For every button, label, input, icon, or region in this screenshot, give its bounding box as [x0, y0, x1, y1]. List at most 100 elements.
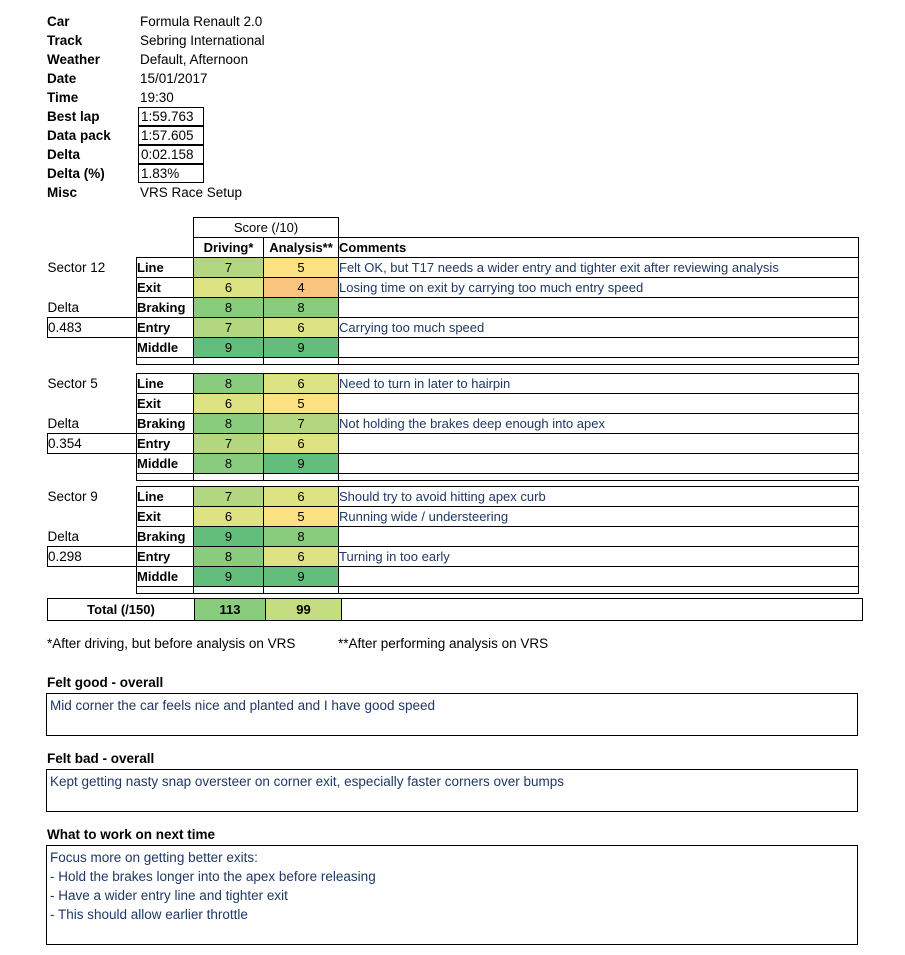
analysis-score-cell[interactable]: 5 [263, 393, 339, 414]
sector-name: Sector 5 [47, 376, 98, 391]
analysis-score-cell[interactable]: 6 [263, 373, 339, 394]
comment-cell[interactable] [338, 393, 859, 414]
comment-cell[interactable]: Felt OK, but T17 needs a wider entry and… [338, 257, 859, 278]
driving-score-cell[interactable]: 8 [193, 453, 264, 474]
driving-score-cell[interactable]: 8 [193, 546, 264, 567]
session-label: Weather [47, 52, 101, 67]
analysis-score-cell[interactable]: 4 [263, 277, 339, 298]
tail-driving [193, 357, 264, 365]
analysis-score-cell[interactable]: 6 [263, 486, 339, 507]
analysis-score-cell[interactable]: 8 [263, 297, 339, 318]
score-row: Sector 12 Line 7 5 Felt OK, but T17 needs a … [48, 257, 859, 278]
score-row: Middle 8 9 [48, 453, 859, 474]
session-value[interactable]: 1:57.605 [138, 126, 204, 145]
score-row-label: Entry [136, 317, 194, 338]
comment-cell[interactable]: Not holding the brakes deep enough into … [338, 413, 859, 434]
score-row-label: Braking [136, 413, 194, 434]
driving-score-cell[interactable]: 8 [193, 373, 264, 394]
score-row-label: Exit [136, 277, 194, 298]
score-row: Delta Braking 8 8 [48, 297, 859, 318]
footnote-driving: *After driving, but before analysis on V… [47, 636, 296, 651]
sector-table: Score (/10) Driving* Analysis** Comments Sec… [47, 217, 859, 365]
driving-score-cell[interactable]: 7 [193, 257, 264, 278]
section-line: Kept getting nasty snap oversteer on cor… [50, 774, 565, 789]
section-line: - Hold the brakes longer into the apex b… [50, 869, 376, 884]
driving-score-cell[interactable]: 9 [193, 337, 264, 358]
score-row-label: Entry [136, 546, 194, 567]
session-value[interactable]: 1:59.763 [138, 107, 204, 126]
comment-cell[interactable]: Need to turn in later to hairpin [338, 373, 859, 394]
session-value[interactable]: 0:02.158 [138, 145, 204, 164]
analysis-score-cell[interactable]: 9 [263, 566, 339, 587]
session-row: Car Formula Renault 2.0 [47, 12, 467, 31]
session-row: Delta (%) 1.83% [47, 164, 467, 183]
tail-comment [338, 357, 859, 365]
section-box-felt-bad[interactable]: Kept getting nasty snap oversteer on cor… [46, 769, 858, 812]
total-label: Total (/150) [47, 598, 195, 621]
comment-cell[interactable] [338, 526, 859, 547]
comment-cell[interactable]: Carrying too much speed [338, 317, 859, 338]
section-title-felt-bad: Felt bad - overall [47, 751, 155, 766]
score-row-label: Line [136, 257, 194, 278]
comment-cell[interactable]: Losing time on exit by carrying too much… [338, 277, 859, 298]
delta-label: Delta [47, 528, 80, 544]
driving-score-cell[interactable]: 7 [193, 433, 264, 454]
session-info: Car Formula Renault 2.0 Track Sebring Inter… [47, 12, 467, 202]
session-value: 19:30 [140, 90, 174, 105]
column-header-analysis: Analysis** [263, 237, 339, 258]
driving-score-cell[interactable]: 9 [193, 566, 264, 587]
comment-cell[interactable]: Should try to avoid hitting apex curb [338, 486, 859, 507]
sector-tail-row [48, 473, 859, 481]
session-value: Sebring International [140, 33, 265, 48]
analysis-score-cell[interactable]: 9 [263, 337, 339, 358]
driving-score-cell[interactable]: 9 [193, 526, 264, 547]
session-label: Best lap [47, 109, 100, 124]
comment-cell[interactable] [338, 337, 859, 358]
comment-cell[interactable] [338, 433, 859, 454]
analysis-score-cell[interactable]: 5 [263, 257, 339, 278]
score-row: Exit 6 5 [48, 393, 859, 414]
sector-tail-row [48, 357, 859, 365]
column-header-comments: Comments [338, 237, 859, 258]
tail-comment [338, 473, 859, 481]
section-line: - Have a wider entry line and tighter ex… [50, 888, 288, 903]
tail-spacer [48, 587, 137, 594]
section-title-felt-good: Felt good - overall [47, 675, 164, 690]
analysis-score-cell[interactable]: 6 [263, 317, 339, 338]
session-value[interactable]: 1.83% [138, 164, 204, 183]
analysis-score-cell[interactable]: 9 [263, 453, 339, 474]
section-box-next-time[interactable]: Focus more on getting better exits: - Hol… [46, 845, 858, 945]
header-spacer-rowname-2 [137, 238, 194, 258]
session-value: 15/01/2017 [140, 71, 208, 86]
score-row: Middle 9 9 [48, 337, 859, 358]
score-row: Middle 9 9 [48, 566, 859, 587]
driving-score-cell[interactable]: 8 [193, 413, 264, 434]
analysis-score-cell[interactable]: 7 [263, 413, 339, 434]
tail-spacer [48, 474, 137, 481]
comment-cell[interactable] [338, 453, 859, 474]
score-group-header: Score (/10) [193, 217, 339, 238]
score-row: Delta Braking 8 7 Not holding the brakes dee… [48, 413, 859, 434]
analysis-score-cell[interactable]: 6 [263, 433, 339, 454]
driving-score-cell[interactable]: 7 [193, 317, 264, 338]
delta-value: 0.298 [47, 546, 137, 567]
analysis-score-cell[interactable]: 6 [263, 546, 339, 567]
delta-value: 0.354 [47, 433, 137, 454]
sector-table: Sector 5 Line 8 6 Need to turn in later to h… [47, 373, 859, 481]
tail-analysis [263, 586, 339, 594]
delta-value: 0.483 [47, 317, 137, 338]
driving-score-cell[interactable]: 6 [193, 393, 264, 414]
comment-cell[interactable] [338, 566, 859, 587]
section-box-felt-good[interactable]: Mid corner the car feels nice and plante… [46, 693, 858, 736]
driving-score-cell[interactable]: 8 [193, 297, 264, 318]
driving-score-cell[interactable]: 6 [193, 506, 264, 527]
driving-score-cell[interactable]: 6 [193, 277, 264, 298]
analysis-score-cell[interactable]: 8 [263, 526, 339, 547]
comment-cell[interactable]: Running wide / understeering [338, 506, 859, 527]
comment-cell[interactable] [338, 297, 859, 318]
comment-cell[interactable]: Turning in too early [338, 546, 859, 567]
driving-score-cell[interactable]: 7 [193, 486, 264, 507]
section-line: Mid corner the car feels nice and plante… [50, 698, 436, 713]
analysis-score-cell[interactable]: 5 [263, 506, 339, 527]
sector-spacer-cell [48, 567, 137, 587]
